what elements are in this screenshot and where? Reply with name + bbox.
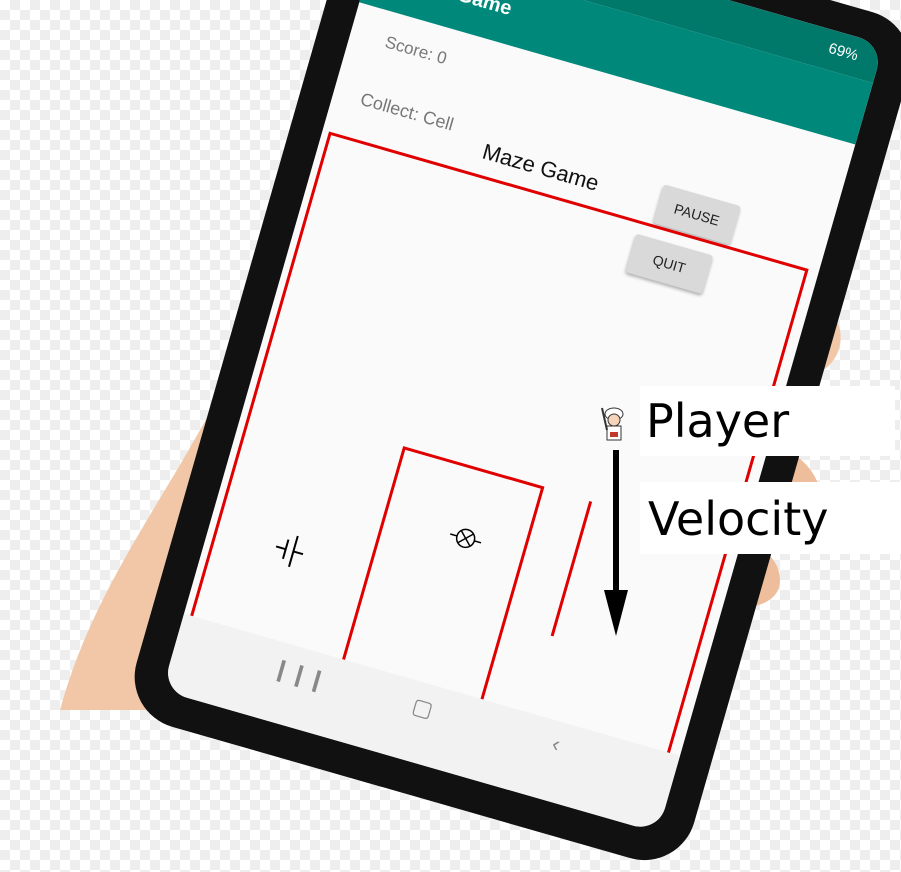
- velocity-label: Velocity: [648, 492, 829, 546]
- home-icon[interactable]: ▢: [409, 693, 436, 724]
- phone: 69% Maze Game Score: 0 Collect: Cell Maz…: [122, 0, 901, 872]
- player-label: Player: [646, 394, 790, 448]
- player-icon: [601, 407, 624, 441]
- velocity-arrow: [604, 450, 628, 636]
- maze-wall-segment: [550, 501, 593, 637]
- player-callout: Player: [640, 386, 895, 456]
- lamp-icon: [450, 528, 482, 549]
- back-icon[interactable]: ‹: [549, 731, 563, 758]
- battery-cell-icon: [275, 535, 304, 568]
- velocity-callout: Velocity: [640, 482, 901, 554]
- recent-apps-icon[interactable]: ❙❙❙: [269, 655, 329, 695]
